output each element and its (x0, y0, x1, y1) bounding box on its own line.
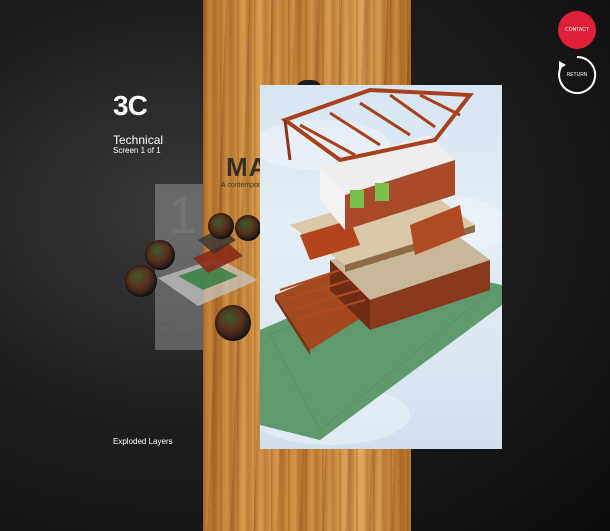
thumbnail-5[interactable] (235, 215, 261, 241)
contact-label: CONTACT (565, 27, 589, 33)
thumbnail-4[interactable] (215, 305, 251, 341)
section-title: Technical (113, 133, 164, 147)
project-subtitle: A contempor (221, 182, 261, 189)
thumbnail-1[interactable] (145, 240, 175, 270)
return-label: RETURN (566, 72, 588, 78)
thumbnail-2[interactable] (125, 265, 157, 297)
contact-button[interactable]: CONTACT (558, 11, 596, 49)
screen-counter: Screen 1 of 1 (113, 146, 161, 155)
project-label: Project (158, 322, 174, 328)
exploded-house-render (260, 85, 502, 449)
image-caption: Exploded Layers (113, 437, 173, 446)
exploded-house-image (260, 87, 502, 445)
project-name: North Eagle (158, 331, 190, 337)
return-button[interactable]: RETURN (557, 55, 597, 95)
thumbnail-3[interactable] (208, 213, 234, 239)
brand-logo: 3C (113, 90, 148, 121)
